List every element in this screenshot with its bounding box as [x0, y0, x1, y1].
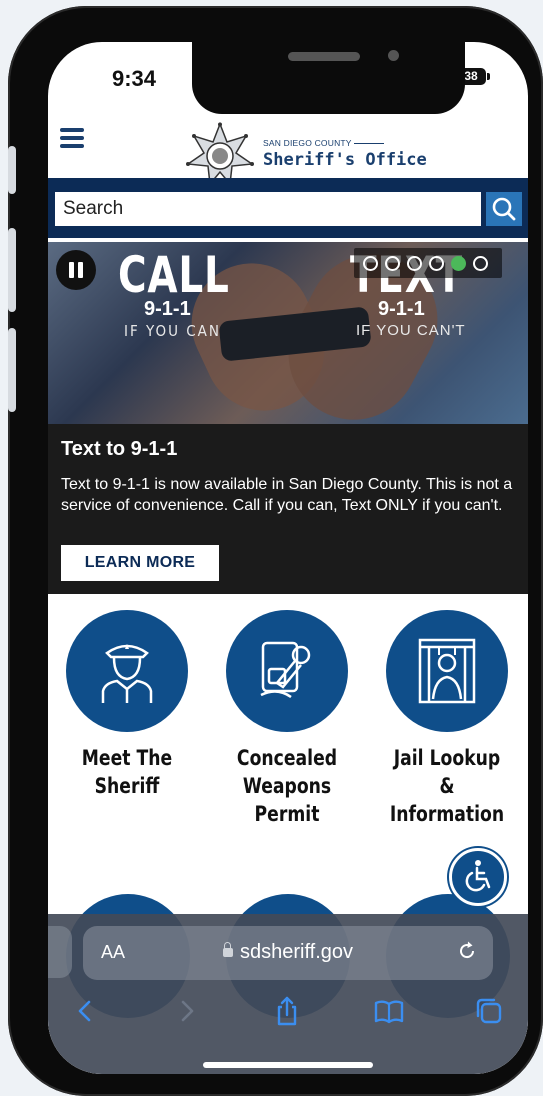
speaker — [288, 52, 360, 61]
accessibility-button[interactable] — [449, 848, 507, 906]
tile-label: Sheriff — [94, 774, 160, 798]
learn-more-button[interactable]: LEARN MORE — [61, 545, 219, 581]
pause-button[interactable] — [56, 250, 96, 290]
url-text: sdsheriff.gov — [239, 941, 354, 963]
tile-label: Jail Lookup — [393, 746, 501, 770]
hero-call-number: 9-1-1 — [144, 298, 191, 320]
tile-label: & — [439, 774, 455, 798]
bookmarks-icon[interactable] — [372, 994, 406, 1028]
slide-dot[interactable] — [473, 256, 488, 271]
phone-frame: 9:34 5G 38 SAN DIEGO COUNTY Sheriff's Of… — [8, 6, 543, 1096]
sheriff-badge-logo — [186, 122, 254, 186]
wheelchair-icon — [465, 860, 491, 892]
slide-dot[interactable] — [385, 256, 400, 271]
tile-label: Weapons — [242, 774, 332, 798]
back-icon[interactable] — [68, 994, 102, 1028]
hero-call-sub: IF YOU CAN — [124, 322, 221, 340]
hero-text-sub: IF YOU CAN'T — [356, 322, 466, 339]
browser-toolbar: AA sdsheriff.gov — [48, 914, 528, 1074]
hero-caption: Text to 9-1-1 Text to 9-1-1 is now avail… — [48, 424, 528, 594]
forward-icon[interactable] — [170, 994, 204, 1028]
search-bar — [48, 178, 528, 238]
clock: 9:34 — [112, 66, 157, 91]
home-indicator — [203, 1062, 373, 1068]
search-input[interactable] — [55, 192, 481, 226]
tile-jail-lookup[interactable]: Jail Lookup & Information — [372, 610, 522, 828]
previous-tab-peek[interactable] — [48, 926, 72, 978]
search-button[interactable] — [486, 192, 522, 226]
tile-concealed-weapons-permit[interactable]: Concealed Weapons Permit — [212, 610, 362, 828]
org-name-small: SAN DIEGO COUNTY — [263, 138, 384, 148]
search-icon — [492, 197, 516, 221]
tile-label: Information — [389, 802, 505, 826]
slide-indicator — [354, 248, 502, 278]
lock-icon — [222, 942, 233, 957]
hero-body: Text to 9-1-1 is now available in San Di… — [61, 476, 513, 514]
reload-icon[interactable] — [455, 939, 479, 963]
tabs-icon[interactable] — [472, 994, 506, 1028]
volume-up-button — [8, 228, 16, 312]
tile-meet-the-sheriff[interactable]: Meet The Sheriff — [52, 610, 202, 800]
org-name: Sheriff's Office — [263, 150, 427, 170]
permit-icon — [260, 641, 311, 699]
hero-text-number: 9-1-1 — [378, 298, 425, 320]
mute-switch — [8, 146, 16, 194]
tile-label: Meet The — [81, 746, 173, 770]
tile-label: Concealed — [236, 746, 338, 770]
tile-label: Permit — [254, 802, 320, 826]
slide-dot[interactable] — [363, 256, 378, 271]
hero-call-text: CALL — [118, 246, 230, 304]
notch — [192, 42, 465, 114]
jail-icon — [418, 638, 476, 704]
share-icon[interactable] — [270, 994, 304, 1028]
screen: 9:34 5G 38 SAN DIEGO COUNTY Sheriff's Of… — [48, 42, 528, 1074]
hero-slide-image: CALL 9-1-1 IF YOU CAN TEXT 9-1-1 IF YOU … — [48, 242, 528, 424]
address-bar[interactable]: AA sdsheriff.gov — [83, 926, 493, 980]
slide-dot-active[interactable] — [451, 256, 466, 271]
slide-dot[interactable] — [407, 256, 422, 271]
hero-title: Text to 9-1-1 — [61, 438, 178, 460]
camera — [388, 50, 399, 61]
slide-dot[interactable] — [429, 256, 444, 271]
volume-down-button — [8, 328, 16, 412]
sheriff-icon — [101, 644, 153, 703]
menu-icon[interactable] — [60, 128, 84, 148]
